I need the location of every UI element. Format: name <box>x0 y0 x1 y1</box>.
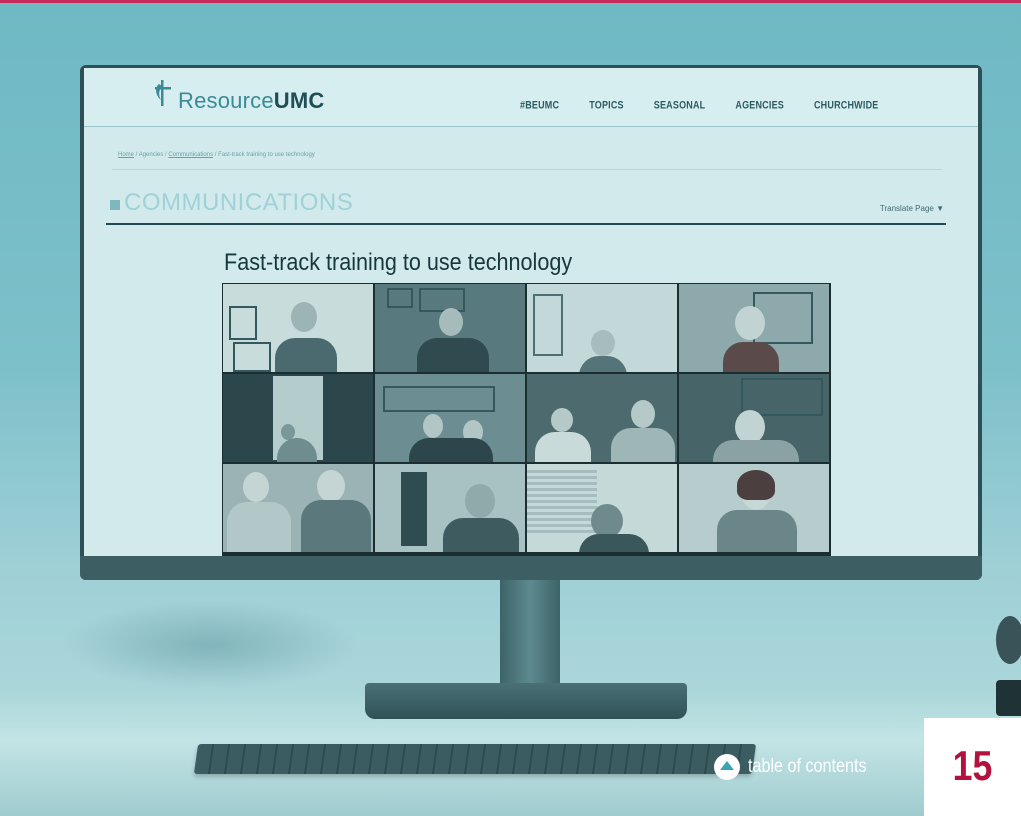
site-logo[interactable]: ResourceUMC <box>178 88 324 114</box>
video-tile <box>375 464 525 552</box>
article-title: Fast-track training to use technology <box>224 249 573 276</box>
breadcrumb-home[interactable]: Home <box>118 152 134 158</box>
nav-item-agencies[interactable]: AGENCIES <box>735 99 784 111</box>
logo-suffix: UMC <box>273 88 325 113</box>
caret-up-icon[interactable] <box>714 754 740 780</box>
video-tile <box>375 374 525 462</box>
video-tile <box>679 284 829 372</box>
main-nav: #BEUMC TOPICS SEASONAL AGENCIES CHURCHWI… <box>520 99 908 111</box>
section-title-text: COMMUNICATIONS <box>124 189 354 216</box>
breadcrumb: Home / Agencies / Communications / Fast-… <box>118 152 315 158</box>
plant-shadow <box>60 600 360 690</box>
section-title: COMMUNICATIONS <box>110 189 353 217</box>
video-tile <box>375 284 525 372</box>
page-number-box: 15 <box>924 718 1021 816</box>
nav-item-beumc[interactable]: #BEUMC <box>520 99 559 111</box>
page-number: 15 <box>952 742 993 789</box>
site-header: ResourceUMC #BEUMC TOPICS SEASONAL AGENC… <box>84 68 978 127</box>
cross-flame-logo-icon[interactable] <box>152 78 174 108</box>
video-tile <box>527 374 677 462</box>
video-tile <box>223 374 373 462</box>
video-tile <box>679 464 829 552</box>
logo-prefix: Resource <box>178 88 274 113</box>
video-call-grid <box>222 283 831 556</box>
video-tile <box>679 374 829 462</box>
keyboard <box>193 744 757 774</box>
nav-item-seasonal[interactable]: SEASONAL <box>654 99 706 111</box>
divider <box>106 223 946 225</box>
table-of-contents-link[interactable]: table of contents <box>714 754 887 780</box>
breadcrumb-agencies[interactable]: Agencies <box>139 152 164 158</box>
square-bullet-icon <box>110 200 120 210</box>
monitor-chin <box>80 556 982 580</box>
video-tile <box>223 464 373 552</box>
nav-item-churchwide[interactable]: CHURCHWIDE <box>814 99 879 111</box>
translate-page-dropdown[interactable]: Translate Page ▼ <box>880 204 944 213</box>
video-tile <box>527 464 677 552</box>
monitor-stand <box>500 580 560 685</box>
video-tile <box>527 284 677 372</box>
monitor-screen: ResourceUMC #BEUMC TOPICS SEASONAL AGENC… <box>84 68 978 556</box>
divider <box>112 169 942 170</box>
monitor-base <box>365 683 687 719</box>
breadcrumb-communications[interactable]: Communications <box>168 152 213 158</box>
top-accent-line <box>0 0 1021 3</box>
desk-lamp <box>996 616 1021 716</box>
toc-label[interactable]: table of contents <box>748 756 867 778</box>
nav-item-topics[interactable]: TOPICS <box>589 99 624 111</box>
breadcrumb-current: Fast-track training to use technology <box>218 152 315 158</box>
video-tile <box>223 284 373 372</box>
